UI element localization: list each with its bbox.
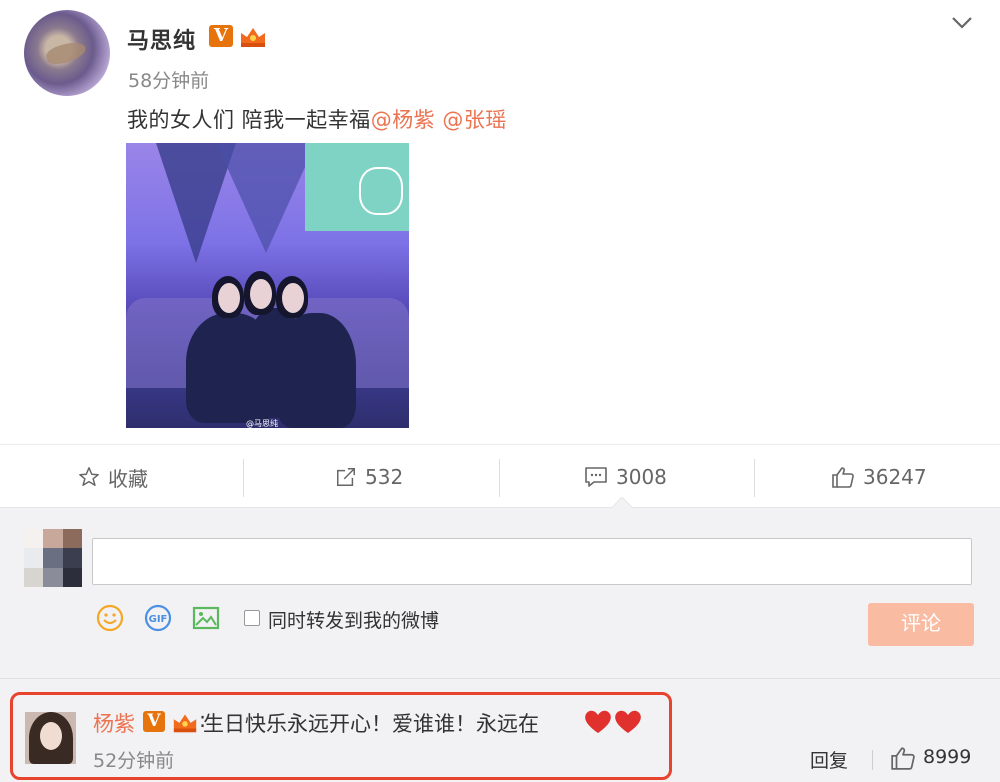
photo-watermark: @马思纯: [246, 419, 278, 428]
member-crown-icon: [241, 28, 265, 47]
comment-count: 3008: [616, 465, 667, 489]
author-avatar[interactable]: [24, 10, 110, 96]
post-photo[interactable]: @马思纯: [126, 143, 409, 428]
divider: [0, 678, 1000, 679]
like-button[interactable]: 36247: [831, 445, 927, 509]
star-icon: [79, 467, 99, 486]
svg-text:GIF: GIF: [149, 614, 168, 625]
favorite-button[interactable]: 收藏: [78, 445, 148, 509]
thumbs-up-icon: [832, 467, 854, 488]
post-time: 58分钟前: [128, 70, 210, 92]
post-text-body: 我的女人们 陪我一起幸福: [127, 108, 371, 132]
my-avatar[interactable]: [24, 529, 82, 587]
author-name[interactable]: 马思纯: [127, 23, 196, 55]
forward-to-weibo-checkbox[interactable]: [244, 610, 260, 626]
chevron-down-icon[interactable]: [950, 12, 974, 32]
highlight-annotation-box: [10, 692, 672, 780]
divider: [872, 750, 873, 770]
verified-badge-icon: V: [209, 25, 233, 47]
forward-to-weibo-label[interactable]: 同时转发到我的微博: [268, 606, 439, 633]
gif-icon[interactable]: GIF: [143, 603, 173, 633]
forward-button[interactable]: 532: [335, 445, 403, 509]
like-count: 36247: [863, 465, 927, 489]
image-upload-icon[interactable]: [191, 603, 221, 633]
comment-icon: [585, 467, 607, 487]
post-text: 我的女人们 陪我一起幸福@杨紫 @张瑶: [127, 104, 507, 134]
comment-submit-button[interactable]: 评论: [868, 603, 974, 646]
action-bar: 收藏 532 3008 36247: [0, 444, 1000, 508]
emoji-icon[interactable]: [95, 603, 125, 633]
forward-count: 532: [365, 465, 404, 489]
comment-like-count: 8999: [923, 746, 972, 768]
thumbs-up-icon[interactable]: [890, 746, 916, 770]
share-icon: [337, 468, 355, 486]
reply-button[interactable]: 回复: [810, 746, 848, 773]
mention-link-yangzi[interactable]: @杨紫: [371, 108, 436, 132]
mention-link-zhangyao[interactable]: @张瑶: [442, 108, 507, 132]
comment-input[interactable]: [92, 538, 972, 585]
favorite-label: 收藏: [108, 466, 148, 491]
